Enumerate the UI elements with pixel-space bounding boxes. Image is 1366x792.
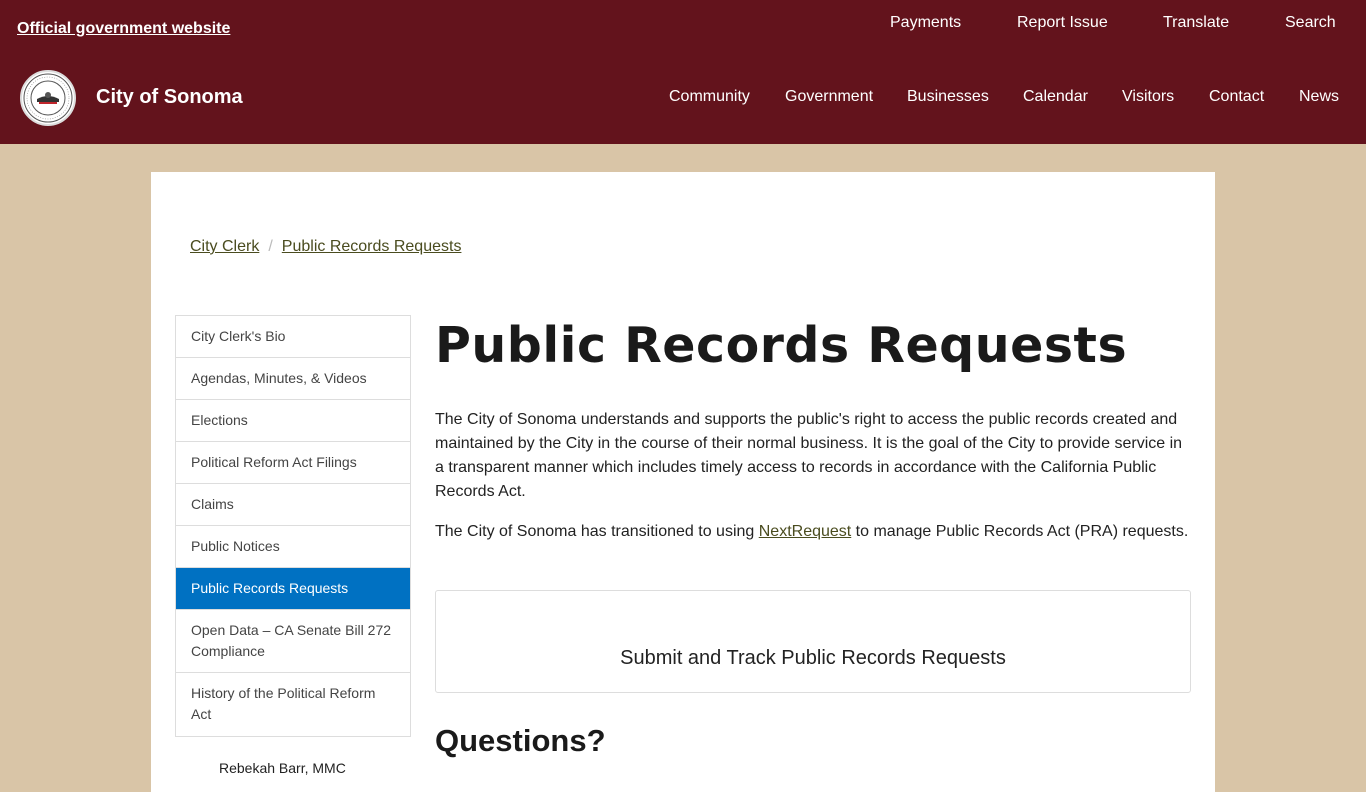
sidebar-item-public-notices[interactable]: Public Notices: [176, 526, 410, 568]
breadcrumb-separator: /: [268, 238, 273, 255]
sidebar-item-city-clerks-bio[interactable]: City Clerk's Bio: [176, 316, 410, 358]
nextrequest-link[interactable]: NextRequest: [759, 523, 852, 540]
sidebar-item-claims[interactable]: Claims: [176, 484, 410, 526]
official-government-website-link[interactable]: Official government website: [17, 20, 230, 38]
nextrequest-paragraph: The City of Sonoma has transitioned to u…: [435, 520, 1195, 544]
questions-heading: Questions?: [435, 723, 606, 758]
breadcrumb: City Clerk / Public Records Requests: [190, 238, 461, 256]
submit-requests-card: Submit and Track Public Records Requests: [435, 590, 1191, 693]
sidebar-item-agendas-minutes-videos[interactable]: Agendas, Minutes, & Videos: [176, 358, 410, 400]
site-name[interactable]: City of Sonoma: [96, 86, 243, 109]
utility-nav-payments[interactable]: Payments: [890, 14, 961, 32]
breadcrumb-public-records-requests[interactable]: Public Records Requests: [282, 238, 462, 255]
site-header: Official government website Payments Rep…: [0, 0, 1366, 144]
main-nav-businesses[interactable]: Businesses: [907, 88, 989, 106]
utility-nav-search[interactable]: Search: [1285, 14, 1336, 32]
sidebar-item-public-records-requests[interactable]: Public Records Requests: [176, 568, 410, 610]
city-seal-icon: [23, 73, 73, 123]
nextrequest-text-after: to manage Public Records Act (PRA) reque…: [851, 523, 1189, 540]
intro-paragraph: The City of Sonoma understands and suppo…: [435, 411, 1183, 500]
submit-track-requests-link[interactable]: Submit and Track Public Records Requests: [436, 647, 1190, 670]
utility-nav-report-issue[interactable]: Report Issue: [1017, 14, 1108, 32]
main-nav-calendar[interactable]: Calendar: [1023, 88, 1088, 106]
utility-nav-translate[interactable]: Translate: [1163, 14, 1229, 32]
sidebar-item-elections[interactable]: Elections: [176, 400, 410, 442]
city-seal-logo[interactable]: [20, 70, 76, 126]
sidebar-nav: City Clerk's Bio Agendas, Minutes, & Vid…: [175, 315, 411, 737]
main-nav-news[interactable]: News: [1299, 88, 1339, 106]
clerk-name: Rebekah Barr, MMC: [219, 760, 346, 776]
main-nav-visitors[interactable]: Visitors: [1122, 88, 1174, 106]
sidebar-item-political-reform-act-filings[interactable]: Political Reform Act Filings: [176, 442, 410, 484]
sidebar-item-open-data-sb272[interactable]: Open Data – CA Senate Bill 272 Complianc…: [176, 610, 410, 673]
nextrequest-text-before: The City of Sonoma has transitioned to u…: [435, 523, 759, 540]
sidebar-item-history-political-reform-act[interactable]: History of the Political Reform Act: [176, 673, 410, 736]
main-nav-community[interactable]: Community: [669, 88, 750, 106]
main-nav-government[interactable]: Government: [785, 88, 873, 106]
content-panel: City Clerk / Public Records Requests City …: [151, 172, 1215, 792]
main-content: Public Records Requests The City of Sono…: [435, 318, 1195, 759]
main-nav-contact[interactable]: Contact: [1209, 88, 1264, 106]
breadcrumb-city-clerk[interactable]: City Clerk: [190, 238, 259, 255]
page-title: Public Records Requests: [435, 317, 1128, 374]
